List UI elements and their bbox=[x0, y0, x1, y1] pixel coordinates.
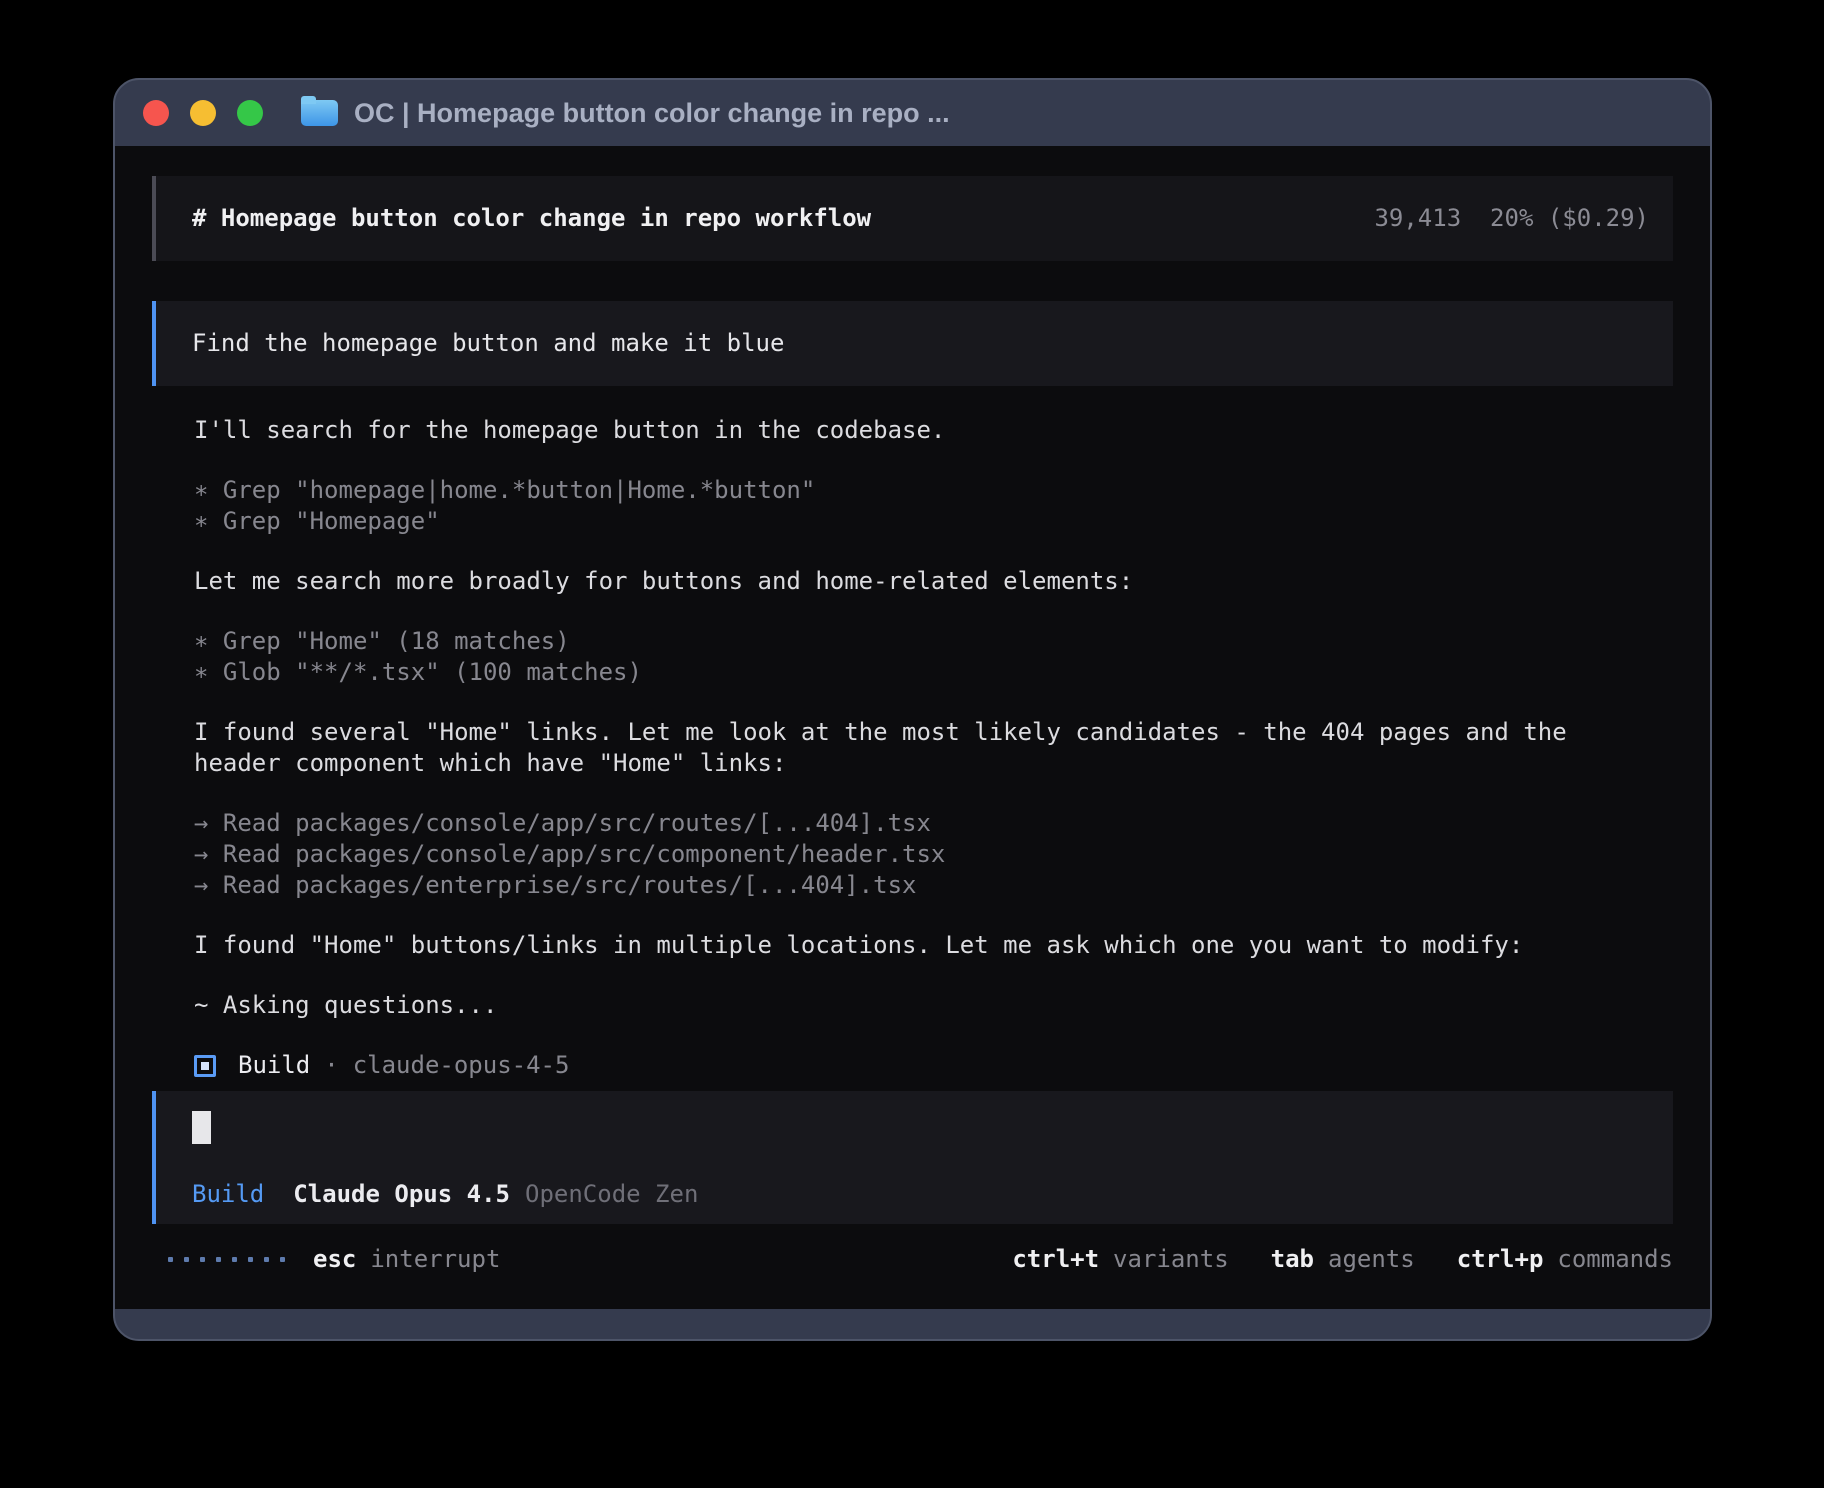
assistant-status-text: ~ Asking questions... bbox=[194, 990, 1673, 1021]
folder-icon bbox=[301, 100, 338, 126]
commands-keybind-group: ctrl+p commands bbox=[1457, 1244, 1673, 1275]
assistant-text: I found several "Home" links. Let me loo… bbox=[194, 717, 1673, 779]
assistant-transcript: I'll search for the homepage button in t… bbox=[152, 415, 1673, 1081]
model-provider: OpenCode Zen bbox=[525, 1179, 698, 1210]
tool-call-group: ∗ Grep "Home" (18 matches) ∗ Glob "**/*.… bbox=[194, 626, 1673, 688]
user-message: Find the homepage button and make it blu… bbox=[152, 301, 1673, 386]
close-window-button[interactable] bbox=[143, 100, 169, 126]
agent-model: claude-opus-4-5 bbox=[353, 1050, 570, 1081]
commands-keybind-label: commands bbox=[1557, 1244, 1673, 1275]
grep-tool-call: ∗ Grep "Home" (18 matches) bbox=[194, 626, 1673, 657]
status-bar: esc interrupt ctrl+t variants tab agents… bbox=[152, 1244, 1673, 1275]
read-tool-call: → Read packages/console/app/src/componen… bbox=[194, 839, 1673, 870]
glob-tool-call: ∗ Glob "**/*.tsx" (100 matches) bbox=[194, 657, 1673, 688]
read-tool-call: → Read packages/enterprise/src/routes/[.… bbox=[194, 870, 1673, 901]
grep-tool-call: ∗ Grep "homepage|home.*button|Home.*butt… bbox=[194, 475, 1673, 506]
window-title: OC | Homepage button color change in rep… bbox=[354, 98, 950, 129]
assistant-text: I found "Home" buttons/links in multiple… bbox=[194, 930, 1673, 961]
separator-dot: · bbox=[324, 1050, 338, 1081]
agents-keybind: tab bbox=[1271, 1244, 1314, 1275]
session-title: # Homepage button color change in repo w… bbox=[192, 203, 871, 234]
tool-call-group: ∗ Grep "homepage|home.*button|Home.*butt… bbox=[194, 475, 1673, 537]
mode-label: Build bbox=[192, 1179, 264, 1210]
minimize-window-button[interactable] bbox=[190, 100, 216, 126]
assistant-text: I'll search for the homepage button in t… bbox=[194, 415, 1673, 446]
variants-keybind-group: ctrl+t variants bbox=[1012, 1244, 1228, 1275]
session-token-stats: 39,413 20% ($0.29) bbox=[1374, 203, 1649, 234]
esc-keybind: esc bbox=[313, 1244, 356, 1275]
user-message-text: Find the homepage button and make it blu… bbox=[192, 329, 784, 357]
tool-call-group: → Read packages/console/app/src/routes/[… bbox=[194, 808, 1673, 901]
spinner-dots-icon bbox=[168, 1257, 285, 1262]
esc-keybind-label: interrupt bbox=[370, 1244, 500, 1275]
zoom-window-button[interactable] bbox=[237, 100, 263, 126]
agent-name: Build bbox=[238, 1050, 310, 1081]
traffic-lights bbox=[143, 100, 263, 126]
terminal-window: OC | Homepage button color change in rep… bbox=[113, 78, 1712, 1341]
model-row: Build Claude Opus 4.5 OpenCode Zen bbox=[192, 1179, 1649, 1210]
prompt-input[interactable]: Build Claude Opus 4.5 OpenCode Zen bbox=[152, 1091, 1673, 1224]
text-cursor bbox=[192, 1111, 211, 1144]
agents-keybind-label: agents bbox=[1328, 1244, 1415, 1275]
read-tool-call: → Read packages/console/app/src/routes/[… bbox=[194, 808, 1673, 839]
terminal-content: # Homepage button color change in repo w… bbox=[115, 146, 1710, 1309]
agents-keybind-group: tab agents bbox=[1271, 1244, 1415, 1275]
status-bar-right: ctrl+t variants tab agents ctrl+p comman… bbox=[970, 1244, 1673, 1275]
agent-icon bbox=[194, 1055, 216, 1077]
commands-keybind: ctrl+p bbox=[1457, 1244, 1544, 1275]
variants-keybind: ctrl+t bbox=[1012, 1244, 1099, 1275]
agent-badge-row: Build · claude-opus-4-5 bbox=[194, 1050, 1673, 1081]
model-name: Claude Opus 4.5 bbox=[293, 1179, 510, 1210]
session-header: # Homepage button color change in repo w… bbox=[152, 176, 1673, 261]
assistant-text: Let me search more broadly for buttons a… bbox=[194, 566, 1673, 597]
variants-keybind-label: variants bbox=[1113, 1244, 1229, 1275]
grep-tool-call: ∗ Grep "Homepage" bbox=[194, 506, 1673, 537]
window-titlebar[interactable]: OC | Homepage button color change in rep… bbox=[115, 80, 1710, 146]
